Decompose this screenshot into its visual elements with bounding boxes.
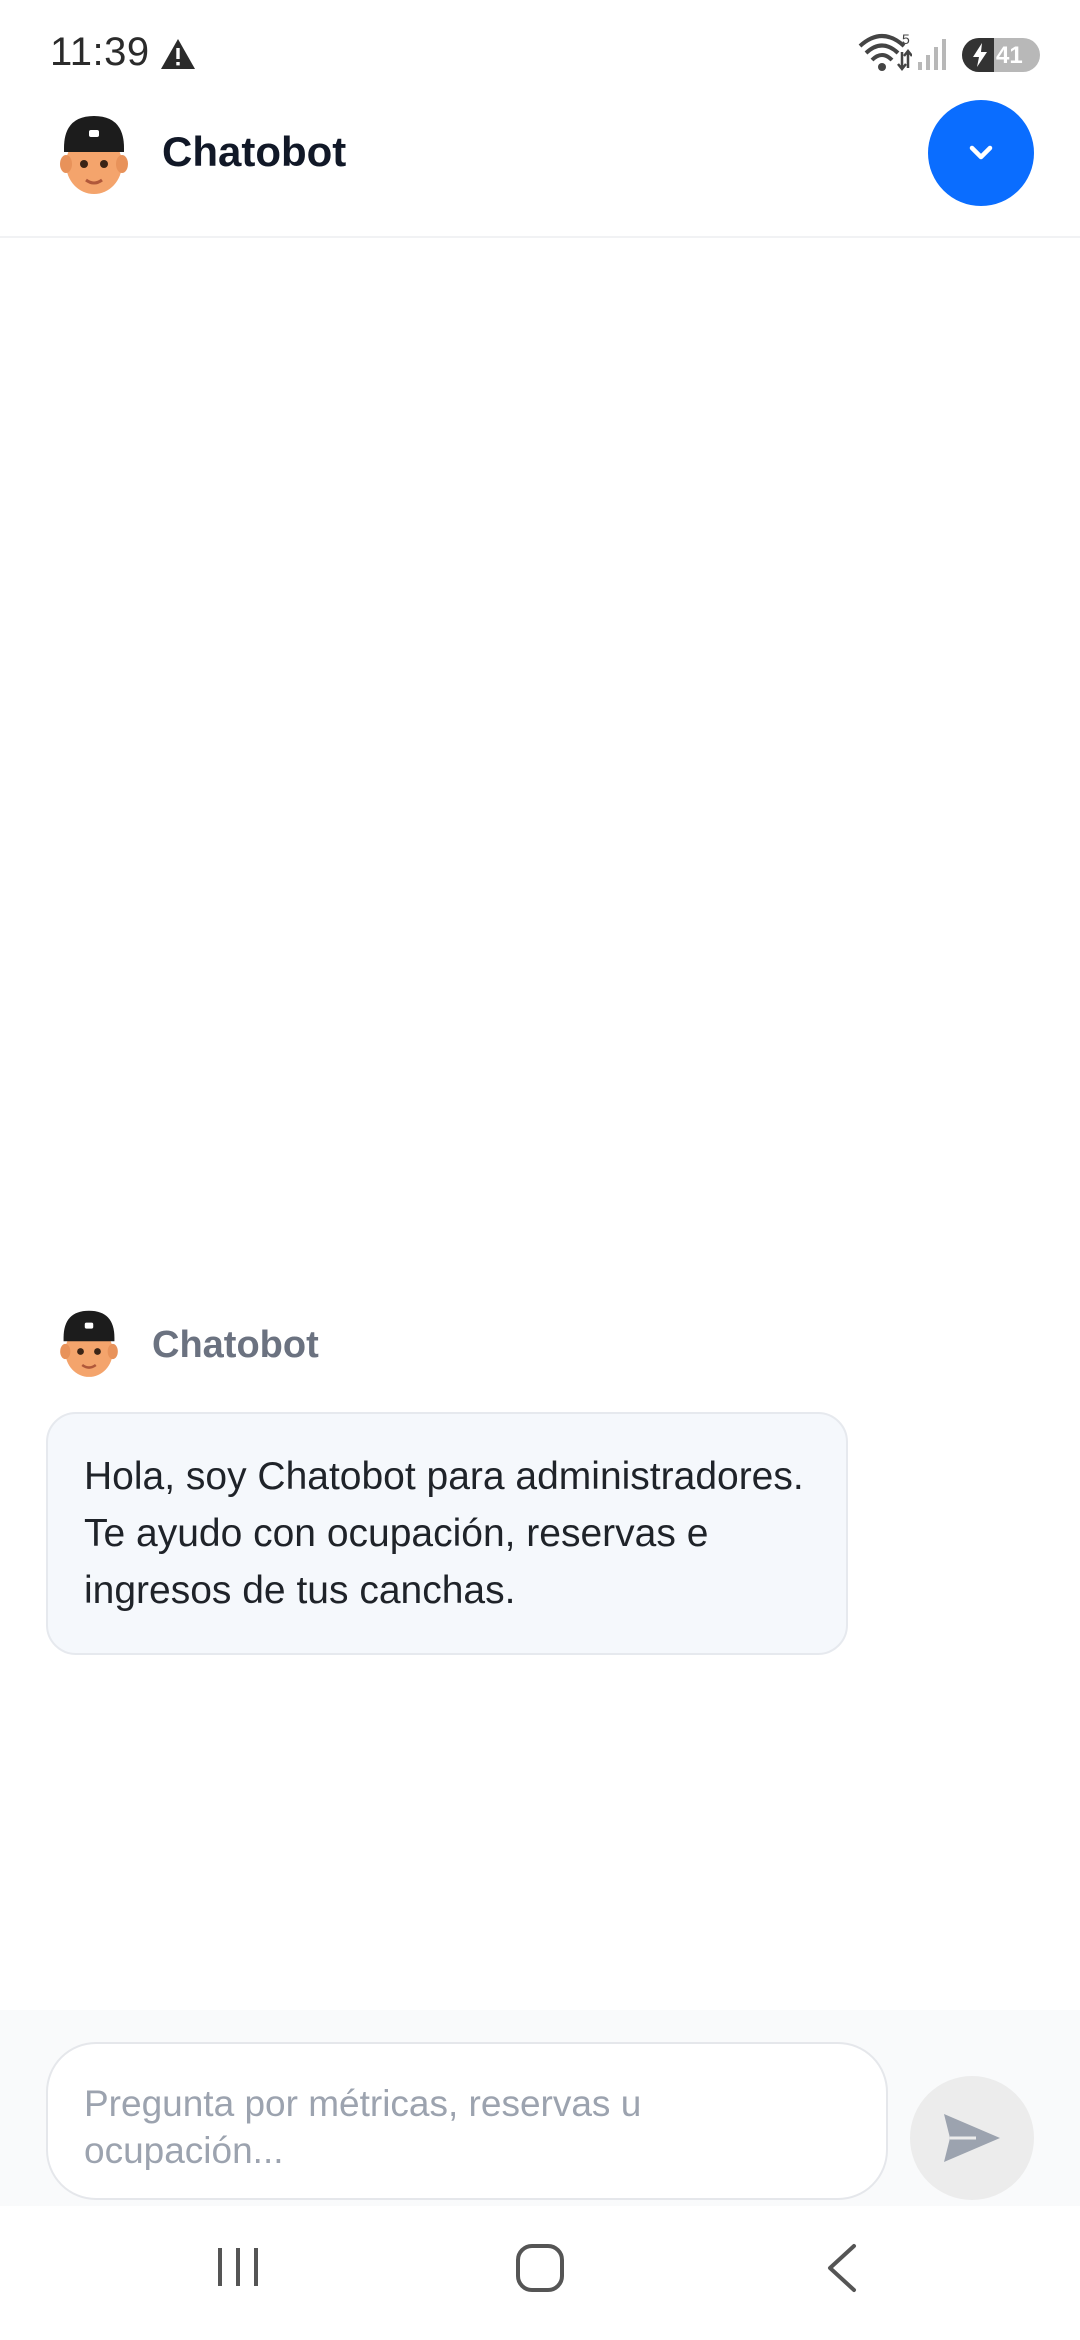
wifi-icon: 5: [858, 32, 912, 72]
send-icon: [944, 2114, 1000, 2162]
cell-signal-icon: [918, 39, 946, 70]
message-input[interactable]: [84, 2080, 844, 2170]
composer: [0, 2010, 1080, 2206]
message-bubble: Hola, soy Chatobot para administradores.…: [46, 1412, 848, 1655]
chat-header: Chatobot: [0, 100, 1080, 238]
bot-avatar-icon: [48, 108, 140, 200]
wifi-badge: 5: [902, 32, 910, 47]
message-sender: Chatobot: [152, 1324, 319, 1366]
battery-indicator: 41: [962, 38, 1040, 72]
message-input-box[interactable]: [46, 2042, 888, 2200]
back-icon[interactable]: [822, 2242, 862, 2294]
status-bar: 11:39 5 41: [0, 0, 1080, 100]
warning-triangle-icon: [161, 39, 195, 69]
recents-icon[interactable]: [214, 2244, 262, 2290]
collapse-chat-button[interactable]: [928, 100, 1034, 206]
send-button[interactable]: [910, 2076, 1034, 2200]
chevron-down-icon: [969, 145, 993, 160]
message-list[interactable]: [0, 238, 1080, 2010]
screen: 11:39 5 41 Chatobot Chatobot Hola, soy C…: [0, 0, 1080, 2340]
chat-title: Chatobot: [162, 128, 347, 175]
charging-bolt-icon: [973, 43, 987, 67]
system-nav-bar: [0, 2206, 1080, 2340]
battery-level: 41: [996, 42, 1023, 69]
home-icon[interactable]: [514, 2242, 566, 2294]
bot-avatar-icon: [50, 1304, 128, 1382]
message-text: Hola, soy Chatobot para administradores.…: [84, 1455, 804, 1612]
status-time: 11:39: [50, 30, 150, 74]
